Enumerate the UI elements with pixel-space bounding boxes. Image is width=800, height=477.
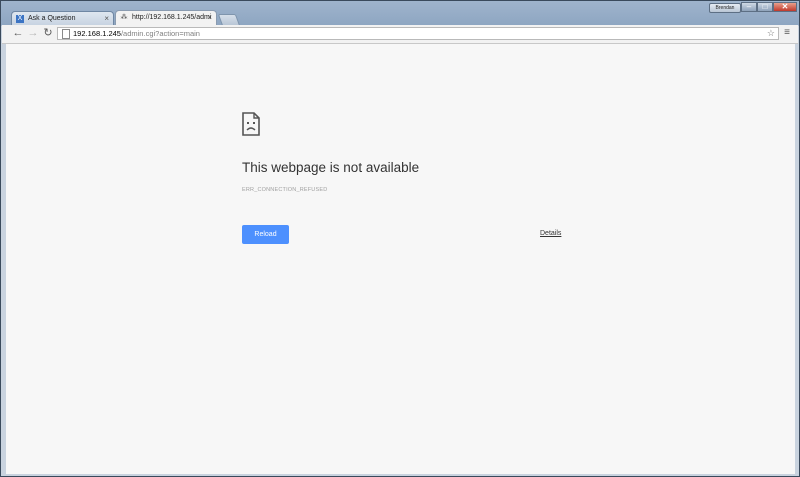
address-bar[interactable]: 192.168.1.245/admin.cgi?action=main ☆	[57, 27, 779, 40]
error-code: ERR_CONNECTION_REFUSED	[242, 187, 328, 193]
reload-icon[interactable]: ↻	[42, 27, 54, 40]
error-heading: This webpage is not available	[242, 160, 420, 175]
user-profile-button[interactable]: Brendan	[709, 3, 741, 13]
menu-icon[interactable]: ≡	[783, 28, 791, 39]
browser-toolbar: ← → ↻ 192.168.1.245/admin.cgi?action=mai…	[2, 25, 798, 44]
tab-admin[interactable]: ⁂ http://192.168.1.245/admi ×	[115, 10, 217, 25]
details-link[interactable]: Details	[540, 230, 561, 237]
tab-label: http://192.168.1.245/admi	[132, 14, 212, 21]
bookmark-star-icon[interactable]: ☆	[767, 28, 775, 39]
tab-label: Ask a Question	[28, 15, 76, 22]
stackexchange-favicon-icon: X	[16, 15, 24, 23]
page-icon	[62, 29, 70, 39]
reload-button[interactable]: Reload	[242, 225, 289, 244]
tab-strip: X Ask a Question × ⁂ http://192.168.1.24…	[1, 1, 799, 26]
network-favicon-icon: ⁂	[120, 14, 128, 21]
url-text: 192.168.1.245/admin.cgi?action=main	[73, 28, 200, 39]
close-tab-icon[interactable]: ×	[104, 12, 109, 25]
back-arrow-icon[interactable]: ←	[12, 27, 24, 40]
close-window-button[interactable]: ✕	[773, 2, 797, 12]
tab-ask-question[interactable]: X Ask a Question ×	[11, 11, 114, 25]
forward-arrow-icon[interactable]: →	[27, 27, 39, 40]
maximize-button[interactable]: □	[757, 2, 773, 12]
sad-document-icon	[242, 112, 260, 136]
url-path: /admin.cgi?action=main	[120, 29, 200, 38]
close-tab-icon[interactable]: ×	[207, 11, 212, 24]
error-page: This webpage is not available ERR_CONNEC…	[6, 44, 795, 474]
url-host: 192.168.1.245	[73, 29, 121, 38]
minimize-button[interactable]: –	[741, 2, 757, 12]
browser-window: X Ask a Question × ⁂ http://192.168.1.24…	[0, 0, 800, 477]
